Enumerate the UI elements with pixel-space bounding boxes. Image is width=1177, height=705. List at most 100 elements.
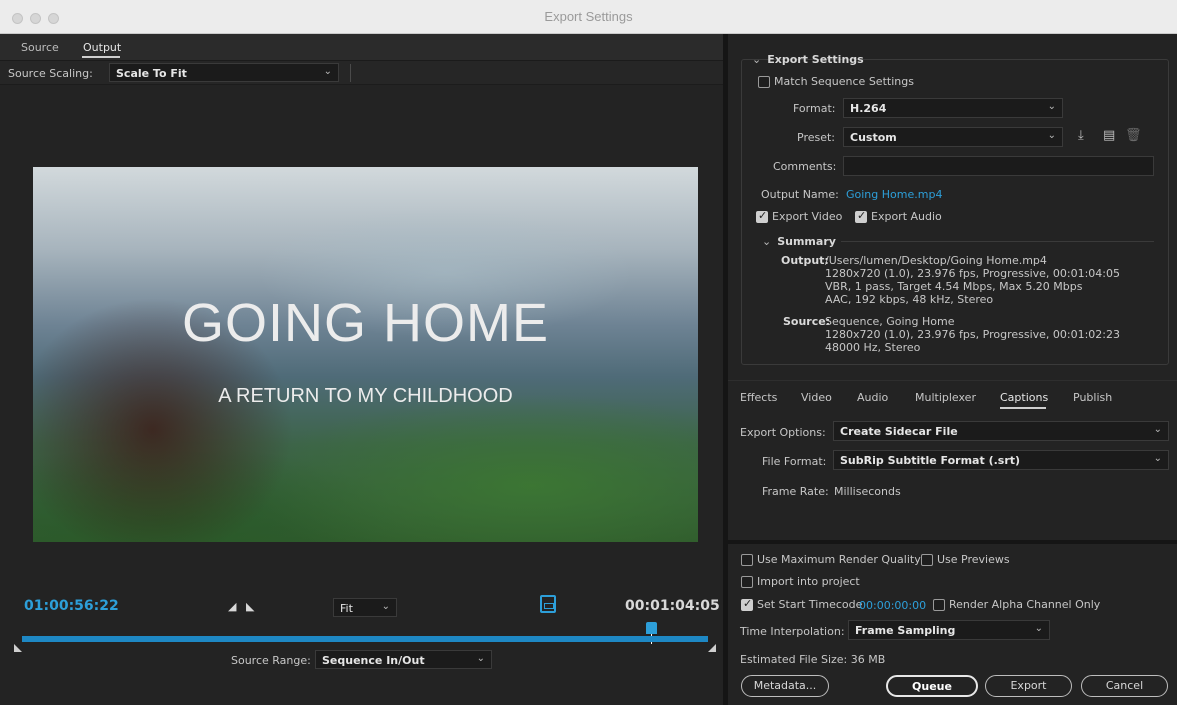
summary-output-label: Output: — [781, 254, 829, 267]
source-scaling-row: Source Scaling: Scale To Fit ⌄ — [0, 61, 723, 85]
use-previews-checkbox[interactable] — [921, 554, 933, 566]
tab-source[interactable]: Source — [21, 41, 59, 54]
file-format-dropdown[interactable]: SubRip Subtitle Format (.srt) ⌄ — [833, 450, 1169, 470]
export-options-value: Create Sidecar File — [840, 425, 958, 438]
export-video-checkbox[interactable] — [756, 209, 768, 223]
import-project-label: Import into project — [757, 575, 860, 588]
metadata-button[interactable]: Metadata... — [741, 675, 829, 697]
video-preview: GOING HOME A RETURN TO MY CHILDHOOD — [33, 167, 698, 542]
chevron-down-icon: ⌄ — [381, 601, 390, 612]
chevron-down-icon: ⌄ — [1047, 130, 1056, 141]
export-settings-title: Export Settings — [767, 53, 864, 66]
chevron-down-icon: ⌄ — [476, 653, 485, 664]
queue-button[interactable]: Queue — [886, 675, 978, 697]
tab-output[interactable]: Output — [83, 41, 121, 54]
format-label: Format: — [793, 102, 836, 115]
preview-subtitle-text: A RETURN TO MY CHILDHOOD — [218, 385, 513, 407]
settings-tabs: Effects Video Audio Multiplexer Captions… — [728, 380, 1177, 410]
summary-output-line: 1280x720 (1.0), 23.976 fps, Progressive,… — [825, 267, 1121, 280]
timeline-track[interactable] — [22, 636, 708, 642]
tab-video[interactable]: Video — [801, 391, 832, 404]
source-output-tabs: Source Output — [0, 34, 723, 61]
estimated-file-size: Estimated File Size: 36 MB — [740, 653, 886, 666]
start-timecode-checkbox[interactable] — [741, 597, 753, 611]
source-scaling-label: Source Scaling: — [8, 67, 93, 80]
format-value: H.264 — [850, 102, 887, 115]
chevron-down-icon: ⌄ — [1153, 424, 1162, 435]
match-sequence-checkbox[interactable] — [758, 76, 770, 88]
summary-source-line: 48000 Hz, Stereo — [825, 341, 921, 354]
source-range-dropdown[interactable]: Sequence In/Out ⌄ — [315, 650, 492, 669]
export-settings-header[interactable]: ⌄ Export Settings — [752, 53, 864, 66]
collapse-chevron-icon: ⌄ — [752, 53, 762, 66]
tab-multiplexer[interactable]: Multiplexer — [915, 391, 976, 404]
settings-panel: ⌄ Export Settings Match Sequence Settings… — [728, 34, 1177, 705]
preset-dropdown[interactable]: Custom ⌄ — [843, 127, 1063, 147]
export-video-label: Export Video — [772, 210, 843, 223]
import-project-checkbox[interactable] — [741, 576, 753, 588]
chevron-down-icon: ⌄ — [1034, 623, 1043, 634]
panel-separator — [728, 540, 1177, 544]
source-scaling-value: Scale To Fit — [116, 67, 187, 80]
max-render-quality-checkbox[interactable] — [741, 554, 753, 566]
summary-output-line: AAC, 192 kbps, 48 kHz, Stereo — [825, 293, 994, 306]
comments-label: Comments: — [773, 160, 837, 173]
export-options-dropdown[interactable]: Create Sidecar File ⌄ — [833, 421, 1169, 441]
output-name-label: Output Name: — [761, 188, 839, 201]
zoom-dropdown[interactable]: Fit ⌄ — [333, 598, 397, 617]
export-audio-checkbox[interactable] — [855, 209, 867, 223]
summary-source-line: 1280x720 (1.0), 23.976 fps, Progressive,… — [825, 328, 1121, 341]
max-render-quality-label: Use Maximum Render Quality — [757, 553, 921, 566]
zoom-value: Fit — [340, 602, 353, 615]
source-range-value: Sequence In/Out — [322, 654, 425, 667]
time-interpolation-dropdown[interactable]: Frame Sampling ⌄ — [848, 620, 1050, 640]
file-format-label: File Format: — [762, 455, 827, 468]
preset-label: Preset: — [797, 131, 836, 144]
delete-preset-icon[interactable]: 🗑 — [1125, 128, 1142, 143]
chevron-down-icon: ⌄ — [323, 66, 332, 77]
source-range-label: Source Range: — [231, 654, 311, 667]
output-name-link[interactable]: Going Home.mp4 — [846, 188, 942, 201]
preview-panel: Source Output Source Scaling: Scale To F… — [0, 34, 723, 705]
frame-rate-label: Frame Rate: — [762, 485, 829, 498]
summary-output-line: /Users/lumen/Desktop/Going Home.mp4 — [825, 254, 1047, 267]
chevron-down-icon: ⌄ — [1153, 453, 1162, 464]
tab-effects[interactable]: Effects — [740, 391, 777, 404]
preview-title-text: GOING HOME — [181, 293, 549, 353]
window-title: Export Settings — [544, 9, 633, 24]
playhead-handle[interactable] — [646, 622, 657, 634]
tab-captions[interactable]: Captions — [1000, 391, 1048, 404]
import-preset-icon[interactable]: ▤ — [1103, 128, 1115, 143]
summary-header[interactable]: ⌄ Summary — [762, 235, 836, 248]
start-timecode-label: Set Start Timecode — [757, 598, 863, 611]
comments-field[interactable] — [843, 156, 1154, 176]
summary-title: Summary — [777, 235, 836, 248]
mark-in-icon[interactable]: ◢ — [228, 600, 236, 613]
summary-divider — [841, 241, 1154, 242]
preset-value: Custom — [850, 131, 897, 144]
mark-out-icon[interactable]: ◣ — [246, 600, 254, 613]
match-sequence-label: Match Sequence Settings — [774, 75, 914, 88]
current-timecode[interactable]: 01:00:56:22 — [24, 598, 119, 614]
in-point-handle[interactable] — [14, 644, 22, 652]
tab-output-underline — [82, 56, 120, 58]
summary-source-label: Source: — [783, 315, 831, 328]
export-audio-label: Export Audio — [871, 210, 942, 223]
tab-publish[interactable]: Publish — [1073, 391, 1112, 404]
export-options-label: Export Options: — [740, 426, 826, 439]
export-button[interactable]: Export — [985, 675, 1072, 697]
out-point-handle[interactable] — [708, 644, 716, 652]
format-dropdown[interactable]: H.264 ⌄ — [843, 98, 1063, 118]
aspect-correction-icon[interactable] — [540, 595, 556, 613]
chevron-down-icon: ⌄ — [1047, 101, 1056, 112]
start-timecode-value[interactable]: 00:00:00:00 — [859, 599, 926, 612]
use-previews-label: Use Previews — [937, 553, 1010, 566]
tab-audio[interactable]: Audio — [857, 391, 888, 404]
tab-captions-underline — [1000, 407, 1046, 409]
render-alpha-checkbox[interactable] — [933, 599, 945, 611]
save-preset-icon[interactable]: ⤓ — [1078, 128, 1084, 143]
source-scaling-dropdown[interactable]: Scale To Fit ⌄ — [109, 63, 339, 82]
cancel-button[interactable]: Cancel — [1081, 675, 1168, 697]
duration-timecode: 00:01:04:05 — [625, 598, 720, 614]
summary-output-line: VBR, 1 pass, Target 4.54 Mbps, Max 5.20 … — [825, 280, 1083, 293]
